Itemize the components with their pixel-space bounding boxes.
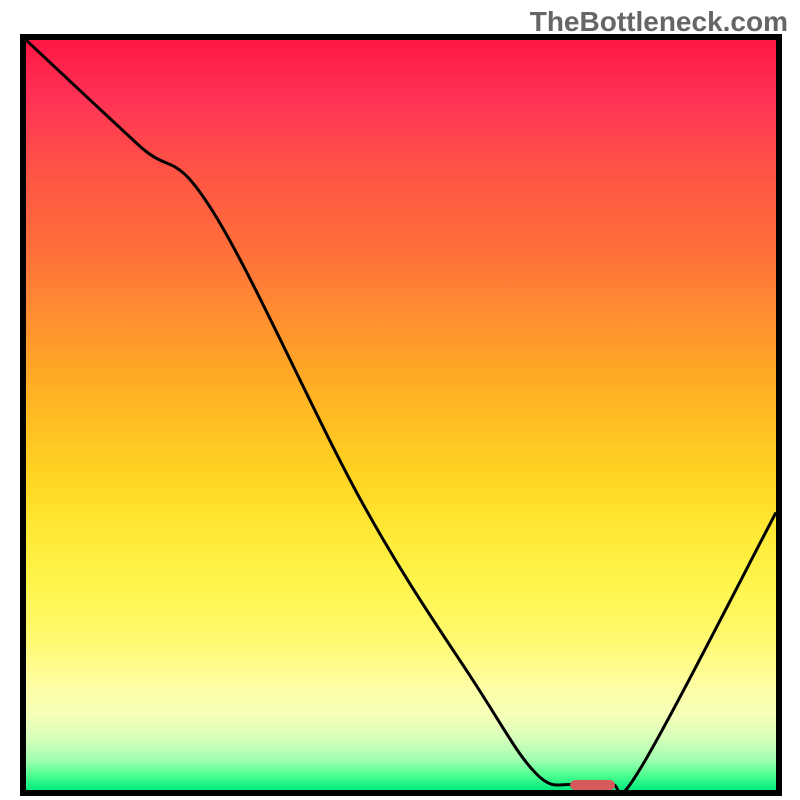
watermark-text: TheBottleneck.com xyxy=(530,6,788,38)
highlight-marker xyxy=(570,780,615,791)
plot-area xyxy=(20,34,782,796)
chart-container: TheBottleneck.com xyxy=(0,0,800,800)
line-curve xyxy=(26,40,776,790)
